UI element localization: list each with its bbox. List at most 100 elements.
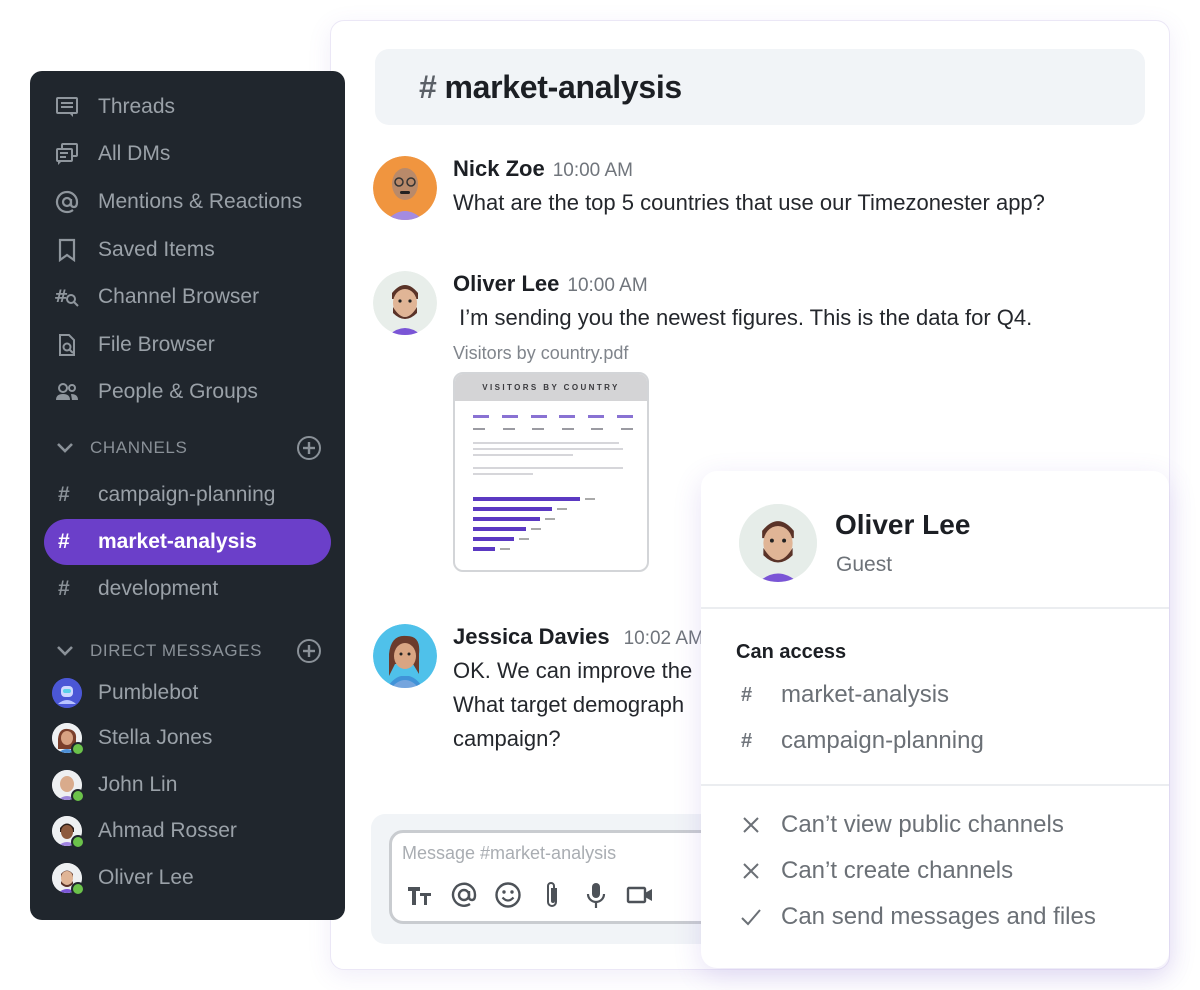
sidebar-item-file-browser[interactable]: File Browser <box>54 330 215 360</box>
message-time: 10:00 AM <box>567 275 648 296</box>
microphone-icon[interactable] <box>582 881 610 909</box>
message-text-line: OK. We can improve the <box>453 658 693 683</box>
avatar <box>52 678 82 708</box>
avatar-oliver-lee[interactable] <box>373 271 437 335</box>
sidebar-item-mentions[interactable]: Mentions & Reactions <box>54 187 302 217</box>
video-icon[interactable] <box>626 881 654 909</box>
pdf-title: VISITORS BY COUNTRY <box>455 374 647 401</box>
dm-label: Oliver Lee <box>98 866 194 889</box>
add-direct-message-icon[interactable] <box>296 638 322 664</box>
channel-label: development <box>98 577 219 600</box>
message-input-placeholder: Message #market-analysis <box>402 843 617 863</box>
accessible-channel-label: campaign-planning <box>781 727 984 754</box>
x-icon <box>739 861 763 881</box>
permission-item: Can send messages and files <box>739 903 1096 931</box>
message-time: 10:00 AM <box>552 160 633 181</box>
channel-header: # market-analysis <box>375 49 1145 125</box>
online-status-indicator <box>71 882 85 896</box>
sidebar-item-saved-items[interactable]: Saved Items <box>54 235 215 265</box>
people-icon <box>54 379 80 405</box>
hash-icon: # <box>741 683 753 706</box>
avatar-jessica-davies[interactable] <box>373 624 437 688</box>
divider <box>701 607 1169 609</box>
hash-icon: # <box>58 577 70 600</box>
chevron-down-icon[interactable] <box>56 645 76 657</box>
add-channel-icon[interactable] <box>296 435 322 461</box>
sidebar-item-label: Saved Items <box>98 238 215 261</box>
pdf-bar-chart <box>473 494 643 554</box>
chevron-down-icon[interactable] <box>56 442 76 454</box>
sidebar-item-label: File Browser <box>98 333 215 356</box>
hash-icon: # <box>741 729 753 752</box>
channel-search-icon: # <box>54 284 80 310</box>
pdf-body-text <box>455 430 647 475</box>
avatar-nick-zoe[interactable] <box>373 156 437 220</box>
channel-label: market-analysis <box>98 530 257 553</box>
channels-section-header[interactable]: CHANNELS <box>56 433 322 463</box>
message-time: 10:02 AM <box>623 628 704 649</box>
guest-avatar <box>739 504 817 582</box>
sidebar-item-label: People & Groups <box>98 380 258 403</box>
message-author[interactable]: Oliver Lee <box>453 271 559 297</box>
attachment-filename[interactable]: Visitors by country.pdf <box>453 343 1032 364</box>
sidebar-dm-pumblebot[interactable]: Pumblebot <box>52 676 198 710</box>
message-author[interactable]: Nick Zoe <box>453 156 545 182</box>
channel-label: campaign-planning <box>98 483 276 506</box>
dm-label: Ahmad Rosser <box>98 819 237 842</box>
text-format-icon[interactable] <box>406 881 434 909</box>
message: Nick Zoe 10:00 AM What are the top 5 cou… <box>373 156 1045 220</box>
online-status-indicator <box>71 789 85 803</box>
sidebar-item-threads[interactable]: Threads <box>54 92 175 122</box>
guest-role: Guest <box>836 553 893 576</box>
message-text-line: What target demograph <box>453 692 685 717</box>
online-status-indicator <box>71 742 85 756</box>
message-author[interactable]: Jessica Davies <box>453 624 610 650</box>
all-dms-icon <box>54 141 80 167</box>
sidebar-dm-oliver-lee[interactable]: Oliver Lee <box>52 861 194 896</box>
dm-label: Pumblebot <box>98 681 199 704</box>
permission-label: Can’t view public channels <box>781 811 1064 838</box>
channel-title: market-analysis <box>444 68 683 105</box>
guest-profile-card: Oliver Lee Guest Can access # market-ana… <box>701 471 1169 968</box>
dm-label: Stella Jones <box>98 726 213 749</box>
sidebar-item-label: Mentions & Reactions <box>98 190 303 213</box>
sidebar-item-people-groups[interactable]: People & Groups <box>54 377 258 407</box>
pdf-attachment-preview[interactable]: VISITORS BY COUNTRY <box>453 372 649 572</box>
sidebar-dm-stella-jones[interactable]: Stella Jones <box>52 721 213 756</box>
at-icon <box>54 189 80 215</box>
composer-toolbar <box>406 881 654 909</box>
message-text-line: campaign? <box>453 726 561 751</box>
guest-name: Oliver Lee <box>835 509 971 540</box>
sidebar-channel-development[interactable]: # development <box>44 566 331 612</box>
accessible-channel-label: market-analysis <box>781 681 950 708</box>
sidebar-dm-ahmad-rosser[interactable]: Ahmad Rosser <box>52 814 237 849</box>
mention-icon[interactable] <box>450 881 478 909</box>
attach-icon[interactable] <box>538 881 566 909</box>
accessible-channel[interactable]: # market-analysis <box>741 681 949 709</box>
permission-item: Can’t view public channels <box>739 811 1064 839</box>
emoji-icon[interactable] <box>494 881 522 909</box>
hash-icon: # <box>58 530 70 553</box>
divider <box>701 784 1169 786</box>
sidebar-item-label: Channel Browser <box>98 285 260 308</box>
sidebar-channel-market-analysis[interactable]: # market-analysis <box>44 519 331 565</box>
dm-label: John Lin <box>98 773 178 796</box>
avatar <box>52 816 85 849</box>
channels-section-label: CHANNELS <box>90 438 188 457</box>
message-text: What are the top 5 countries that use ou… <box>453 190 1045 215</box>
channel-hash-icon: # <box>419 68 437 105</box>
online-status-indicator <box>71 835 85 849</box>
accessible-channel[interactable]: # campaign-planning <box>741 727 984 755</box>
sidebar-dm-john-lin[interactable]: John Lin <box>52 768 178 803</box>
permission-label: Can’t create channels <box>781 857 1014 884</box>
sidebar-channel-campaign-planning[interactable]: # campaign-planning <box>44 472 331 518</box>
direct-messages-section-header[interactable]: DIRECT MESSAGES <box>56 636 322 666</box>
file-search-icon <box>54 332 80 358</box>
sidebar-item-channel-browser[interactable]: # Channel Browser <box>54 282 259 312</box>
sidebar-item-label: All DMs <box>98 142 171 165</box>
hash-icon: # <box>58 483 70 506</box>
threads-icon <box>54 94 80 120</box>
sidebar-item-all-dms[interactable]: All DMs <box>54 139 170 169</box>
message-text: I’m sending you the newest figures. This… <box>453 305 1033 330</box>
sidebar-item-label: Threads <box>98 95 176 118</box>
